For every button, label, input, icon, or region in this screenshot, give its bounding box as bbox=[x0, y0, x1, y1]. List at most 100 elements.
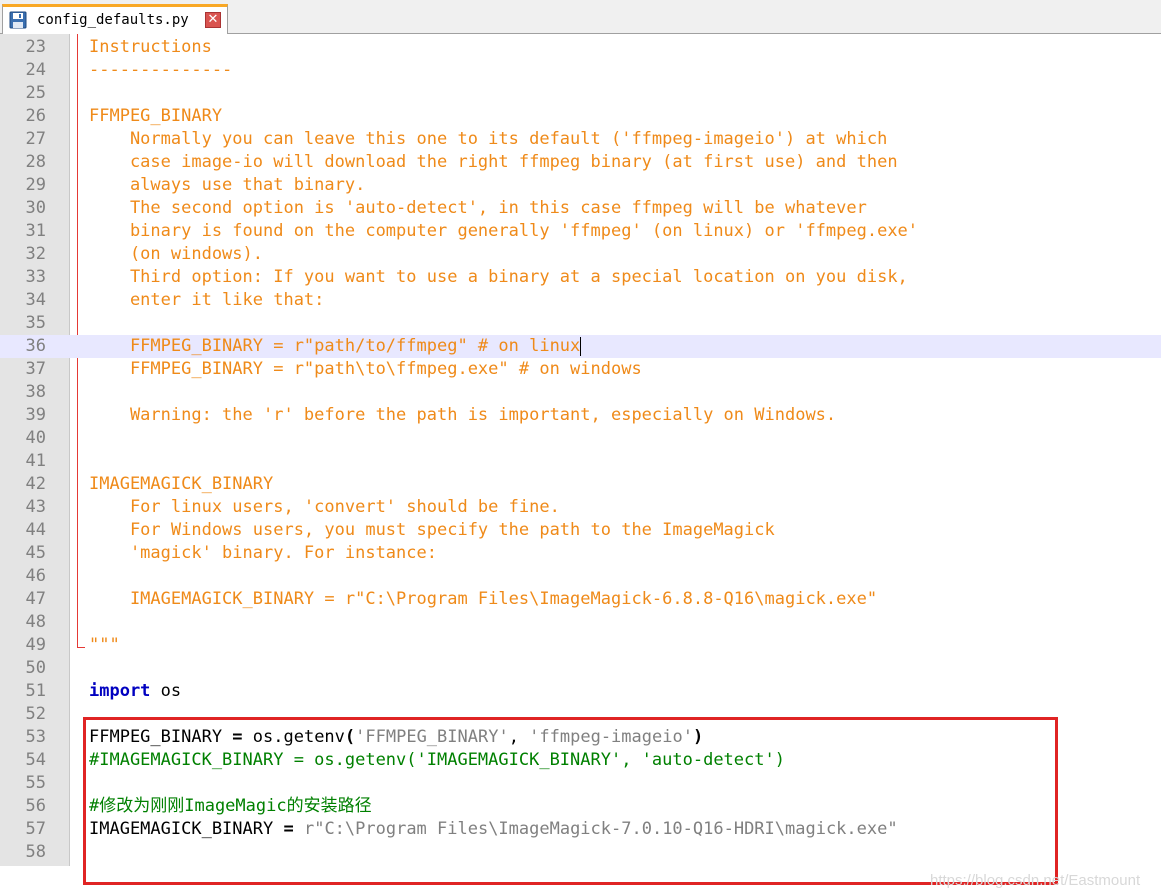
code-line[interactable]: 41 bbox=[0, 450, 1161, 473]
code-token-plain: os bbox=[150, 681, 182, 701]
close-icon[interactable]: ✕ bbox=[205, 12, 221, 28]
line-number: 46 bbox=[25, 566, 46, 586]
code-line[interactable]: 49 """ bbox=[0, 634, 1161, 657]
code-text: #IMAGEMAGICK_BINARY = os.getenv('IMAGEMA… bbox=[89, 749, 785, 772]
code-token-str: r"C:\Program Files\ImageMagick-7.0.10-Q1… bbox=[303, 819, 898, 839]
code-token-op: = bbox=[283, 819, 294, 839]
code-line[interactable]: 45 'magick' binary. For instance: bbox=[0, 542, 1161, 565]
code-line[interactable]: 33 Third option: If you want to use a bi… bbox=[0, 266, 1161, 289]
code-line[interactable]: 28 case image-io will download the right… bbox=[0, 151, 1161, 174]
line-number: 58 bbox=[25, 842, 46, 862]
line-number: 37 bbox=[25, 359, 46, 379]
code-line[interactable]: 51 import os bbox=[0, 680, 1161, 703]
tab-bar: config_defaults.py ✕ bbox=[0, 0, 1161, 34]
code-line[interactable]: 42 IMAGEMAGICK_BINARY bbox=[0, 473, 1161, 496]
code-line[interactable]: 32 (on windows). bbox=[0, 243, 1161, 266]
code-token-doc: 'magick' binary. For instance: bbox=[89, 543, 437, 563]
line-number: 48 bbox=[25, 612, 46, 632]
code-text: always use that binary. bbox=[89, 174, 365, 197]
code-text: -------------- bbox=[89, 59, 232, 82]
code-token-doc: FFMPEG_BINARY = r"path/to/ffmpeg" # on l… bbox=[89, 336, 581, 356]
code-line[interactable]: 52 bbox=[0, 703, 1161, 726]
code-token-str: 'FFMPEG_BINARY' bbox=[355, 727, 509, 747]
code-token-doc: -------------- bbox=[89, 60, 233, 80]
code-token-plain: os.getenv bbox=[242, 727, 345, 747]
code-token-doc: For Windows users, you must specify the … bbox=[89, 520, 775, 540]
line-number: 30 bbox=[25, 198, 46, 218]
text-caret bbox=[580, 337, 581, 356]
code-token-kw: import bbox=[89, 681, 151, 701]
code-token-doc: Instructions bbox=[89, 37, 212, 57]
code-token-comment: #修改为刚刚ImageMagic的安装路径 bbox=[89, 796, 372, 816]
code-line[interactable]: 26 FFMPEG_BINARY bbox=[0, 105, 1161, 128]
line-number: 34 bbox=[25, 290, 46, 310]
line-number: 25 bbox=[25, 83, 46, 103]
code-token-doc: Normally you can leave this one to its d… bbox=[89, 129, 888, 149]
line-number: 27 bbox=[25, 129, 46, 149]
line-number: 31 bbox=[25, 221, 46, 241]
line-number: 38 bbox=[25, 382, 46, 402]
code-editor[interactable]: 23 Instructions 24 -------------- 25 26 FFMPEG… bbox=[0, 34, 1161, 889]
code-line[interactable]: 30 The second option is 'auto-detect', i… bbox=[0, 197, 1161, 220]
code-token-doc: FFMPEG_BINARY = r"path\to\ffmpeg.exe" # … bbox=[89, 359, 642, 379]
code-line[interactable]: 37 FFMPEG_BINARY = r"path\to\ffmpeg.exe"… bbox=[0, 358, 1161, 381]
code-line[interactable]: 43 For linux users, 'convert' should be … bbox=[0, 496, 1161, 519]
code-line[interactable]: 44 For Windows users, you must specify t… bbox=[0, 519, 1161, 542]
code-line[interactable]: 54 #IMAGEMAGICK_BINARY = os.getenv('IMAGE… bbox=[0, 749, 1161, 772]
code-token-op: = bbox=[232, 727, 243, 747]
code-text: FFMPEG_BINARY = r"path\to\ffmpeg.exe" # … bbox=[89, 358, 642, 381]
code-token-doc: FFMPEG_BINARY bbox=[89, 106, 223, 126]
code-line[interactable]: 46 bbox=[0, 565, 1161, 588]
code-line[interactable]: 36 FFMPEG_BINARY = r"path/to/ffmpeg" # o… bbox=[0, 335, 1161, 358]
code-line[interactable]: 31 binary is found on the computer gener… bbox=[0, 220, 1161, 243]
line-number: 41 bbox=[25, 451, 46, 471]
code-line[interactable]: 34 enter it like that: bbox=[0, 289, 1161, 312]
code-line[interactable]: 56 #修改为刚刚ImageMagic的安装路径 bbox=[0, 795, 1161, 818]
code-token-doc: Third option: If you want to use a binar… bbox=[89, 267, 908, 287]
code-token-plain: , bbox=[508, 727, 530, 747]
code-line[interactable]: 58 bbox=[0, 841, 1161, 864]
tab-file-name: config_defaults.py bbox=[37, 12, 189, 28]
code-line[interactable]: 29 always use that binary. bbox=[0, 174, 1161, 197]
code-line[interactable]: 38 bbox=[0, 381, 1161, 404]
code-text: IMAGEMAGICK_BINARY = r"C:\Program Files\… bbox=[89, 818, 898, 841]
code-line[interactable]: 47 IMAGEMAGICK_BINARY = r"C:\Program Fil… bbox=[0, 588, 1161, 611]
code-line[interactable]: 57 IMAGEMAGICK_BINARY = r"C:\Program File… bbox=[0, 818, 1161, 841]
tab-config-defaults[interactable]: config_defaults.py ✕ bbox=[2, 4, 228, 34]
code-line[interactable]: 39 Warning: the 'r' before the path is i… bbox=[0, 404, 1161, 427]
code-text: IMAGEMAGICK_BINARY bbox=[89, 473, 273, 496]
code-line[interactable]: 55 bbox=[0, 772, 1161, 795]
code-token-doc: binary is found on the computer generall… bbox=[89, 221, 919, 241]
line-number: 39 bbox=[25, 405, 46, 425]
code-token-doc: IMAGEMAGICK_BINARY bbox=[89, 474, 274, 494]
line-number: 49 bbox=[25, 635, 46, 655]
save-disk-icon bbox=[9, 11, 27, 29]
code-token-comment: #IMAGEMAGICK_BINARY = os.getenv('IMAGEMA… bbox=[89, 750, 785, 770]
code-line[interactable]: 40 bbox=[0, 427, 1161, 450]
code-text: binary is found on the computer generall… bbox=[89, 220, 918, 243]
line-number: 35 bbox=[25, 313, 46, 333]
line-number: 47 bbox=[25, 589, 46, 609]
code-text: import os bbox=[89, 680, 181, 703]
code-line[interactable]: 25 bbox=[0, 82, 1161, 105]
line-number: 29 bbox=[25, 175, 46, 195]
code-line[interactable]: 23 Instructions bbox=[0, 36, 1161, 59]
code-line[interactable]: 53 FFMPEG_BINARY = os.getenv('FFMPEG_BINA… bbox=[0, 726, 1161, 749]
line-number: 33 bbox=[25, 267, 46, 287]
line-number: 56 bbox=[25, 796, 46, 816]
line-number: 57 bbox=[25, 819, 46, 839]
code-line[interactable]: 27 Normally you can leave this one to it… bbox=[0, 128, 1161, 151]
code-text: Instructions bbox=[89, 36, 212, 59]
code-token-doc: case image-io will download the right ff… bbox=[89, 152, 898, 172]
code-token-op: ( bbox=[344, 727, 356, 747]
code-line[interactable]: 50 bbox=[0, 657, 1161, 680]
line-number: 43 bbox=[25, 497, 46, 517]
code-line[interactable]: 24 -------------- bbox=[0, 59, 1161, 82]
code-line[interactable]: 35 bbox=[0, 312, 1161, 335]
code-token-op: ) bbox=[692, 727, 704, 747]
code-line[interactable]: 48 bbox=[0, 611, 1161, 634]
line-number: 28 bbox=[25, 152, 46, 172]
code-token-doc: """ bbox=[89, 635, 120, 655]
code-token-doc: For linux users, 'convert' should be fin… bbox=[89, 497, 560, 517]
